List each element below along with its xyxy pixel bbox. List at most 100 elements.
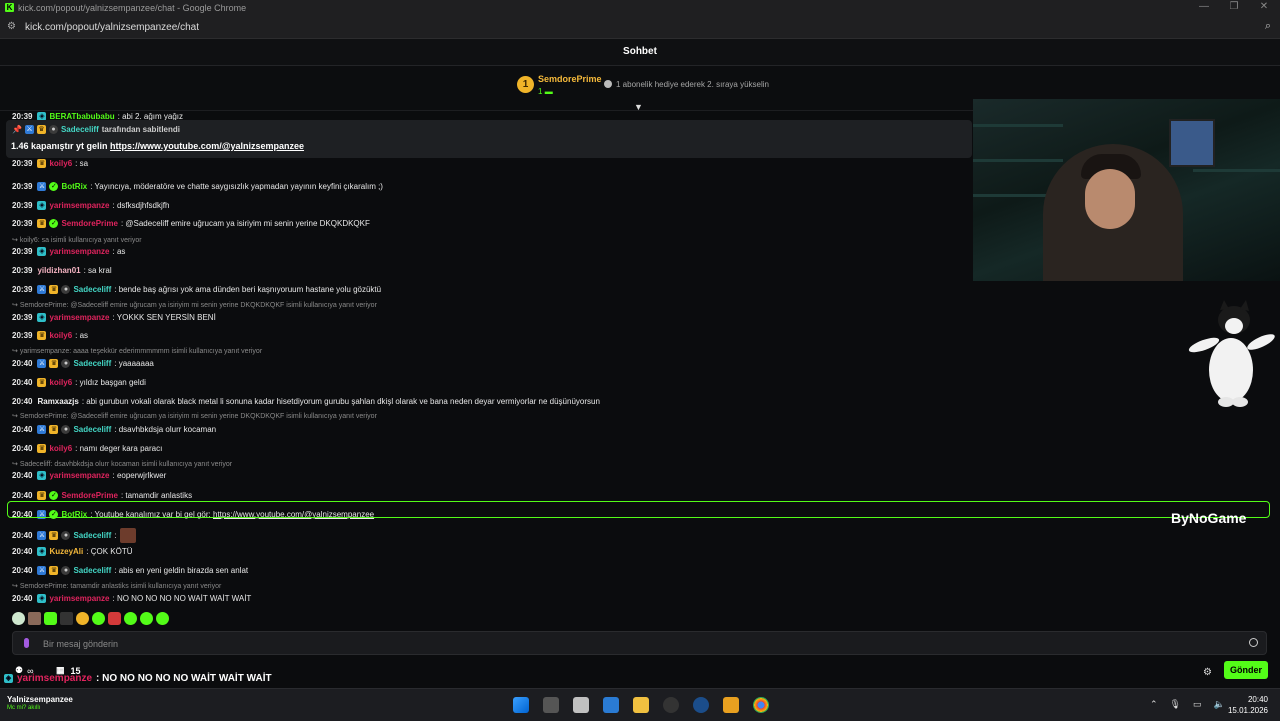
chat-message[interactable]: 20:40 ◈ yarimsempanze: NO NO NO NO NO WAİT…: [12, 594, 251, 603]
steam-icon[interactable]: [693, 697, 709, 713]
send-button[interactable]: Gönder: [1224, 661, 1268, 679]
message-username[interactable]: koily6: [49, 378, 72, 387]
restore-icon[interactable]: ❐: [1227, 1, 1241, 12]
message-username[interactable]: yarimsempanze: [49, 247, 109, 256]
pinned-message[interactable]: 📌 ⚔ ♛ ● Sadeceliff tarafından sabitlendi…: [6, 120, 972, 158]
chat-message[interactable]: 20:40 ♛ ✓ SemdorePrime: tamamdir anlastiks: [12, 491, 192, 500]
emote-icon[interactable]: [92, 612, 105, 625]
settings-gear-icon[interactable]: ⚙: [1203, 667, 1212, 678]
message-text: : abi gurubun vokali olarak black metal …: [82, 397, 600, 406]
microphone-icon[interactable]: 🎙: [1170, 699, 1181, 710]
message-username[interactable]: yarimsempanze: [49, 471, 109, 480]
emote-icon[interactable]: [44, 612, 57, 625]
message-username[interactable]: Sadeceliff: [73, 285, 111, 294]
chrome-icon[interactable]: [753, 697, 769, 713]
message-username[interactable]: Sadeceliff: [73, 531, 111, 540]
reply-context[interactable]: ↪ SemdorePrime: @Sadeceliff emire uğruca…: [12, 412, 377, 420]
chat-message[interactable]: 20:40 ♛ koily6: yıldız başgan geldi: [12, 378, 146, 387]
user-badge-icon: ✓: [49, 219, 59, 228]
message-username[interactable]: Sadeceliff: [73, 359, 111, 368]
chat-message[interactable]: 20:39 yildizhan01: sa kral: [12, 266, 112, 275]
chat-message[interactable]: 20:39 ⚔ ✓ BotRix: Yayıncıya, möderatöre ve …: [12, 182, 383, 191]
info-icon: [604, 80, 612, 88]
emote-icon[interactable]: [60, 612, 73, 625]
reply-context[interactable]: ↪ SemdorePrime: tamamdir anlastiks isiml…: [12, 582, 221, 590]
message-username[interactable]: koily6: [49, 444, 72, 453]
file-explorer-icon[interactable]: [633, 697, 649, 713]
emote-icon[interactable]: [124, 612, 137, 625]
message-username[interactable]: koily6: [49, 159, 72, 168]
zoom-icon[interactable]: ⌕: [1265, 20, 1271, 33]
reply-icon: ↪: [12, 461, 20, 468]
overlay-text: : NO NO NO NO NO WAİT WAİT WAİT: [96, 673, 272, 684]
task-view-icon[interactable]: [543, 697, 559, 713]
chat-message[interactable]: 20:39 ♛ koily6: sa: [12, 159, 88, 168]
media-player-icon[interactable]: [723, 697, 739, 713]
emote-icon[interactable]: [76, 612, 89, 625]
user-badge-icon: ♛: [37, 219, 47, 228]
message-time: 20:39: [12, 266, 33, 275]
chevron-up-icon[interactable]: ⌃: [1150, 699, 1158, 710]
windows-start-icon[interactable]: [513, 697, 529, 713]
chat-message[interactable]: 20:40 ⚔ ♛ ● Sadeceliff: abis en yeni geldin …: [12, 566, 248, 575]
chat-message[interactable]: 20:39 ♛ ✓ SemdorePrime: @Sadeceliff emire u…: [12, 219, 370, 228]
chat-message[interactable]: 20:40 Ramxaazjs: abi gurubun vokali olara…: [12, 397, 600, 406]
message-username[interactable]: Sadeceliff: [73, 566, 111, 575]
message-username[interactable]: yarimsempanze: [49, 201, 109, 210]
chat-message[interactable]: 20:40 ◈ KuzeyAli: ÇOK KÖTÜ: [12, 547, 133, 556]
chat-message[interactable]: 20:39 ⚔ ♛ ● Sadeceliff: bende baş ağrısı yok…: [12, 285, 381, 294]
taskbar-clock[interactable]: 20:40 15.01.2026: [1228, 694, 1268, 716]
chat-message[interactable]: 20:39 ♛ koily6: as: [12, 331, 88, 340]
gift-icon: ▬: [544, 87, 553, 96]
chat-message[interactable]: 20:39 ◈ yarimsempanze: YOKKK SEN YERSİN BE…: [12, 313, 216, 322]
chat-message[interactable]: 20:39 ◈ yarimsempanze: dsfksdjhfsdkjfh: [12, 201, 169, 210]
chatgpt-icon[interactable]: [663, 697, 679, 713]
user-badge-icon: ♛: [37, 159, 47, 168]
message-username[interactable]: KuzeyAli: [49, 547, 83, 556]
message-username[interactable]: Ramxaazjs: [37, 397, 78, 406]
account-status: Mc mi? akıllı: [7, 705, 41, 711]
reply-context[interactable]: ↪ koily6: sa isimli kullanıcıya yanıt ve…: [12, 236, 142, 244]
reply-context[interactable]: ↪ yarimsempanze: aaaa teşekkür ederimmmm…: [12, 347, 262, 355]
emote-icon[interactable]: [28, 612, 41, 625]
network-icon[interactable]: ▭: [1193, 699, 1202, 710]
minimize-icon[interactable]: —: [1197, 1, 1211, 12]
snipping-tool-icon[interactable]: [573, 697, 589, 713]
chat-input[interactable]: [41, 635, 1235, 653]
mic-icon[interactable]: [24, 638, 29, 648]
emote-icon[interactable]: [156, 612, 169, 625]
emote-icon[interactable]: [140, 612, 153, 625]
emote-image[interactable]: [119, 528, 136, 543]
photos-icon[interactable]: [603, 697, 619, 713]
leader-name[interactable]: SemdorePrime: [538, 74, 602, 84]
pinned-by-user[interactable]: Sadeceliff: [61, 125, 99, 134]
site-info-icon[interactable]: ⚙: [7, 21, 16, 32]
pinned-link[interactable]: https://www.youtube.com/@yalnizsempanzee: [110, 141, 304, 151]
message-username[interactable]: BotRix: [61, 182, 87, 191]
close-icon[interactable]: ✕: [1257, 1, 1271, 12]
chat-message[interactable]: 20:40 ⚔ ♛ ● Sadeceliff:: [12, 528, 136, 543]
chat-message[interactable]: 20:40 ♛ koily6: namı deger kara paracı: [12, 444, 162, 453]
message-text: : as: [75, 331, 88, 340]
message-time: 20:40: [12, 359, 33, 368]
message-username[interactable]: SemdorePrime: [61, 491, 117, 500]
emote-icon[interactable]: [108, 612, 121, 625]
taskbar-account[interactable]: Yalnizsempanzee Mc mi? akıllı: [7, 695, 73, 711]
reply-context[interactable]: ↪ Sadeceliff: dsavhbkdsja olurr kocaman …: [12, 460, 232, 468]
emoji-picker-icon[interactable]: [1249, 638, 1258, 647]
chat-message[interactable]: 20:39 ◈ yarimsempanze: as: [12, 247, 125, 256]
message-username[interactable]: Sadeceliff: [73, 425, 111, 434]
chat-message[interactable]: 20:40 ⚔ ♛ ● Sadeceliff: dsavhbkdsja olurr ko…: [12, 425, 216, 434]
reply-context[interactable]: ↪ SemdorePrime: @Sadeceliff emire uğruca…: [12, 301, 377, 309]
message-username[interactable]: yarimsempanze: [49, 313, 109, 322]
chat-message[interactable]: 20:40 ◈ yarimsempanze: eoperwjrlkwer: [12, 471, 166, 480]
message-username[interactable]: SemdorePrime: [61, 219, 117, 228]
url-text[interactable]: kick.com/popout/yalnizsempanzee/chat: [25, 22, 199, 33]
message-username[interactable]: koily6: [49, 331, 72, 340]
message-username[interactable]: yarimsempanze: [49, 594, 109, 603]
message-username[interactable]: yildizhan01: [37, 266, 80, 275]
reply-icon: ↪: [12, 302, 20, 309]
volume-icon[interactable]: 🔈: [1214, 699, 1225, 710]
emote-icon[interactable]: [12, 612, 25, 625]
chat-message[interactable]: 20:40 ⚔ ♛ ● Sadeceliff: yaaaaaaa: [12, 359, 154, 368]
